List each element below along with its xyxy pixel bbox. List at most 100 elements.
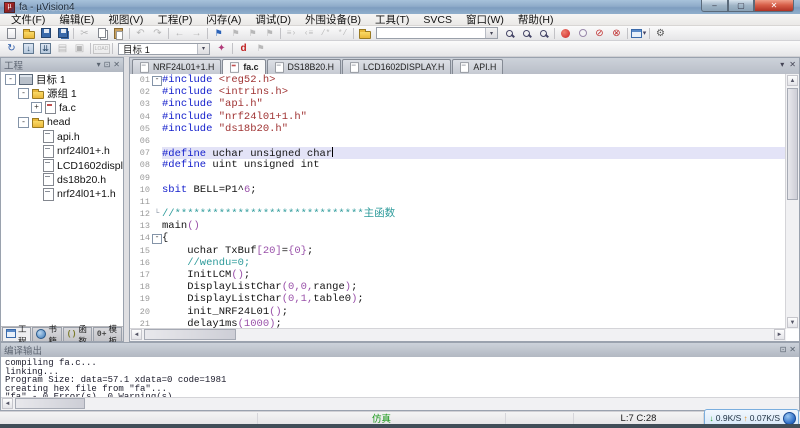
code-line[interactable]: 02#include <intrins.h>: [130, 86, 786, 98]
open-file-icon[interactable]: [20, 26, 37, 40]
options-target-icon[interactable]: ✦: [213, 42, 230, 56]
cut-icon[interactable]: ✂: [76, 26, 93, 40]
scrollbar-thumb[interactable]: [15, 398, 85, 409]
translate-icon[interactable]: ↻: [3, 42, 20, 56]
stop-build-icon[interactable]: ▣: [71, 42, 88, 56]
code-line[interactable]: 03#include "api.h": [130, 98, 786, 110]
rebuild-icon[interactable]: ⇊: [37, 42, 54, 56]
menu-item-6[interactable]: 外围设备(B): [298, 14, 368, 26]
panel-tab-0[interactable]: 工程: [2, 327, 31, 341]
editor-horizontal-scrollbar[interactable]: ◄ ►: [130, 328, 786, 341]
undo-icon[interactable]: ↶: [132, 26, 149, 40]
outdent-icon[interactable]: ‹≡: [300, 26, 317, 40]
menu-item-9[interactable]: 窗口(W): [459, 14, 511, 26]
code-line[interactable]: 19 DisplayListChar(0,1,table0);: [130, 293, 786, 305]
breakpoint-kill-all-icon[interactable]: ⊗: [608, 26, 625, 40]
code-line[interactable]: 07#define uchar unsigned char: [130, 147, 786, 159]
code-line[interactable]: 15 uchar TxBuf[20]={0};: [130, 245, 786, 257]
scroll-left-icon[interactable]: ◄: [2, 398, 13, 409]
code-line[interactable]: 18 DisplayListChar(0,0,range);: [130, 281, 786, 293]
save-all-icon[interactable]: [54, 26, 71, 40]
code-line[interactable]: 05#include "ds18b20.h": [130, 123, 786, 135]
menu-item-1[interactable]: 编辑(E): [52, 14, 101, 26]
download-icon[interactable]: LOAD: [93, 42, 110, 56]
close-icon[interactable]: ✕: [789, 345, 796, 355]
menu-item-8[interactable]: SVCS: [416, 14, 459, 26]
tree-item[interactable]: nrf24l01+1.h: [1, 187, 123, 201]
code-line[interactable]: 10sbit BELL=P1^6;: [130, 184, 786, 196]
pin-icon[interactable]: ⊡: [104, 60, 111, 70]
navigate-forward-icon[interactable]: →: [188, 26, 205, 40]
find-in-files-icon[interactable]: [501, 26, 518, 40]
scroll-right-icon[interactable]: ►: [774, 329, 785, 340]
scrollbar-thumb[interactable]: [787, 88, 798, 200]
configure-folder-icon[interactable]: [356, 26, 373, 40]
scrollbar-thumb[interactable]: [144, 329, 236, 340]
fold-collapse-icon[interactable]: -: [152, 76, 162, 86]
debug-windows-icon[interactable]: ▾: [630, 26, 647, 40]
close-icon[interactable]: ✕: [789, 60, 796, 69]
panel-tab-1[interactable]: 书籍: [32, 327, 61, 341]
code-line[interactable]: 11: [130, 196, 786, 208]
tree-item[interactable]: api.h: [1, 130, 123, 144]
code-editor[interactable]: 01-#include <reg52.h>02#include <intrins…: [130, 74, 786, 329]
find-combo[interactable]: ▾: [376, 27, 498, 39]
chevron-down-icon[interactable]: ▾: [485, 28, 497, 38]
collapse-icon[interactable]: -: [18, 88, 29, 99]
navigate-back-icon[interactable]: ←: [171, 26, 188, 40]
chevron-down-icon[interactable]: ▾: [197, 44, 209, 54]
tree-item[interactable]: -head: [1, 115, 123, 129]
redo-icon[interactable]: ↷: [149, 26, 166, 40]
periodic-update-icon[interactable]: ⚑: [252, 42, 269, 56]
batch-build-icon[interactable]: ▤: [54, 42, 71, 56]
minimize-button[interactable]: –: [701, 0, 728, 12]
menu-item-7[interactable]: 工具(T): [368, 14, 416, 26]
code-line[interactable]: 01-#include <reg52.h>: [130, 74, 786, 86]
bookmark-clear-icon[interactable]: ⚑: [261, 26, 278, 40]
code-line[interactable]: 09: [130, 172, 786, 184]
configure-icon[interactable]: ⚙: [652, 26, 669, 40]
tree-item[interactable]: -源组 1: [1, 86, 123, 100]
comment-icon[interactable]: /*: [317, 26, 334, 40]
menu-item-0[interactable]: 文件(F): [4, 14, 52, 26]
code-line[interactable]: 13main(): [130, 220, 786, 232]
code-line[interactable]: 06: [130, 135, 786, 147]
tree-item[interactable]: ds18b20.h: [1, 173, 123, 187]
scroll-left-icon[interactable]: ◄: [131, 329, 142, 340]
maximize-button[interactable]: ▢: [728, 0, 754, 12]
collapse-icon[interactable]: -: [5, 74, 16, 85]
close-icon[interactable]: ✕: [113, 60, 120, 70]
breakpoint-disable-all-icon[interactable]: ⊘: [591, 26, 608, 40]
expand-icon[interactable]: +: [31, 102, 42, 113]
bookmark-next-icon[interactable]: ⚑: [244, 26, 261, 40]
editor-tab-3[interactable]: LCD1602DISPLAY.H: [342, 59, 451, 74]
tree-item[interactable]: nrf24l01+.h: [1, 144, 123, 158]
close-button[interactable]: ✕: [754, 0, 794, 12]
find-icon[interactable]: [518, 26, 535, 40]
breakpoint-enable-icon[interactable]: [574, 26, 591, 40]
save-icon[interactable]: [37, 26, 54, 40]
build-icon[interactable]: ↓: [20, 42, 37, 56]
uncomment-icon[interactable]: */: [334, 26, 351, 40]
code-line[interactable]: 12└//******************************主函数: [130, 208, 786, 220]
scroll-up-icon[interactable]: ▲: [787, 75, 798, 86]
bookmark-icon[interactable]: ⚑: [210, 26, 227, 40]
menu-item-5[interactable]: 调试(D): [248, 14, 298, 26]
chevron-down-icon[interactable]: ▾: [97, 60, 101, 70]
fold-collapse-icon[interactable]: -: [152, 234, 162, 244]
chevron-down-icon[interactable]: ▾: [780, 60, 784, 69]
code-line[interactable]: 17 InitLCM();: [130, 269, 786, 281]
code-line[interactable]: 16 //wendu=0;: [130, 257, 786, 269]
editor-tab-2[interactable]: DS18B20.H: [267, 59, 341, 74]
editor-tab-0[interactable]: NRF24L01+1.H: [132, 59, 221, 74]
output-horizontal-scrollbar[interactable]: ◄: [1, 397, 799, 410]
bookmark-prev-icon[interactable]: ⚑: [227, 26, 244, 40]
tree-item[interactable]: +fa.c: [1, 101, 123, 115]
panel-tab-2[interactable]: ()函数: [63, 327, 92, 341]
indent-icon[interactable]: ≡›: [283, 26, 300, 40]
menu-item-10[interactable]: 帮助(H): [511, 14, 561, 26]
menu-item-2[interactable]: 视图(V): [101, 14, 150, 26]
scroll-down-icon[interactable]: ▼: [787, 317, 798, 328]
paste-icon[interactable]: [110, 26, 127, 40]
code-line[interactable]: 08#define uint unsigned int: [130, 159, 786, 171]
